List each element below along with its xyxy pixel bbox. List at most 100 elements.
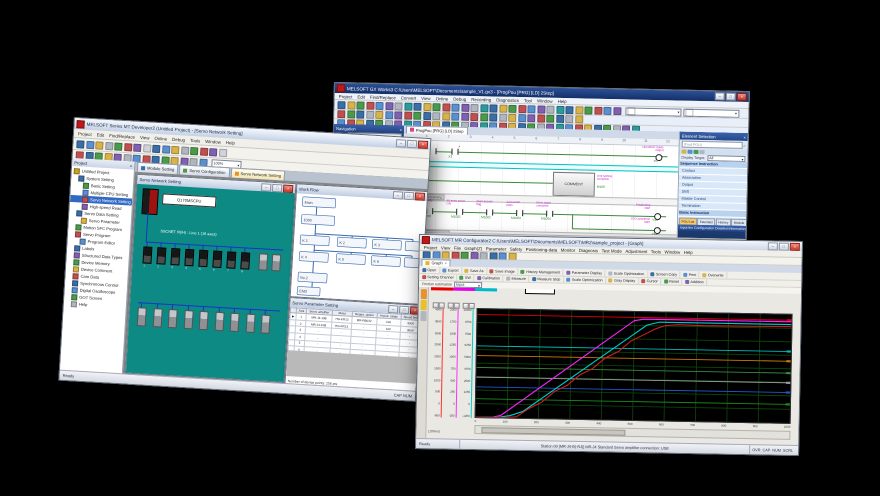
toolbar-icon[interactable] xyxy=(385,102,393,110)
menu-item[interactable]: Recording xyxy=(471,96,491,101)
ladder-canvas[interactable]: 0 14 X0 X1 ↗ Operation ready output Y0 xyxy=(402,141,679,239)
toolbar-icon[interactable] xyxy=(133,143,141,151)
servo-amplifier[interactable] xyxy=(212,250,222,268)
servo-amplifier[interactable] xyxy=(184,249,194,267)
close-icon[interactable]: × xyxy=(130,163,133,168)
menu-item[interactable]: Adjustment xyxy=(625,248,647,253)
toolbar-icon[interactable] xyxy=(451,103,459,111)
toolbar-icon[interactable] xyxy=(470,251,478,259)
servo-amplifier[interactable] xyxy=(214,312,224,332)
menu-item[interactable]: Project xyxy=(424,245,438,250)
toolbar-icon[interactable] xyxy=(124,143,132,151)
menu-item[interactable]: Tools xyxy=(651,249,661,254)
graph-toolbar-button[interactable]: Scale Optimization xyxy=(564,277,606,284)
toolbar-icon[interactable] xyxy=(375,101,383,109)
toolbar-icon[interactable] xyxy=(451,251,459,259)
toolbar-icon[interactable] xyxy=(105,141,113,149)
toolbar-icon[interactable] xyxy=(565,106,573,114)
toolbar-icon[interactable] xyxy=(518,105,526,113)
menu-item[interactable]: Tool xyxy=(524,98,532,103)
menu-item[interactable]: Debug xyxy=(172,136,185,142)
toolbar-icon[interactable] xyxy=(594,106,602,114)
menu-item[interactable]: Project xyxy=(339,94,353,99)
menu-item[interactable]: Convert xyxy=(401,95,416,100)
toolbar-icon[interactable] xyxy=(143,144,151,152)
menu-item[interactable]: Help xyxy=(558,98,567,103)
toolbar-icon[interactable] xyxy=(337,110,345,118)
toolbar-icon[interactable] xyxy=(682,149,687,154)
servo-amplifier[interactable] xyxy=(170,248,180,266)
search-icon[interactable]: ⌕ xyxy=(743,143,745,148)
maximize-button[interactable]: □ xyxy=(779,242,789,250)
minimize-button[interactable]: ‒ xyxy=(388,304,398,313)
servo-amplifier[interactable] xyxy=(198,250,208,268)
toolbar-icon[interactable] xyxy=(489,252,497,260)
graph-toolbar-button[interactable]: SW xyxy=(457,275,475,281)
toolbar-icon[interactable] xyxy=(432,251,440,259)
menu-item[interactable]: File xyxy=(454,245,461,250)
plc-unit[interactable] xyxy=(141,188,159,215)
close-button[interactable]: × xyxy=(415,192,425,201)
toolbar-icon[interactable] xyxy=(508,114,516,122)
graph-toolbar-button[interactable]: Addition xyxy=(682,279,707,285)
menu-item[interactable]: Positioning-data xyxy=(526,246,558,252)
menu-item[interactable]: Project xyxy=(78,131,92,137)
close-button[interactable]: × xyxy=(737,93,747,101)
minimize-button[interactable]: ‒ xyxy=(393,191,403,200)
toolbar-icon[interactable] xyxy=(347,101,355,109)
toolbar-icon[interactable] xyxy=(347,110,355,118)
servo-amplifier[interactable] xyxy=(156,247,166,265)
toolbar-icon[interactable] xyxy=(480,252,488,260)
toolbar-icon[interactable] xyxy=(404,112,412,120)
servo-amplifier[interactable] xyxy=(168,309,178,329)
graph-toolbar-button[interactable]: Gray Display xyxy=(606,277,639,284)
menu-item[interactable]: View xyxy=(441,245,451,250)
toolbar-icon[interactable] xyxy=(366,111,374,119)
toolbar-icon[interactable] xyxy=(162,145,170,153)
toolbar-icon[interactable] xyxy=(442,251,450,259)
maximize-button[interactable]: □ xyxy=(404,191,414,200)
graph-toolbar-button[interactable]: Screen Copy xyxy=(648,270,681,278)
toolbar-icon[interactable] xyxy=(489,113,497,121)
minimize-button[interactable]: ‒ xyxy=(768,242,778,250)
spinner-down[interactable] xyxy=(439,302,445,308)
toolbar-icon[interactable] xyxy=(537,114,545,122)
spinner-up[interactable] xyxy=(432,302,438,308)
servo-amplifier[interactable] xyxy=(226,251,236,269)
graph-toolbar-button[interactable]: Print xyxy=(681,271,700,278)
graph-toolbar-button[interactable]: Open xyxy=(419,266,440,273)
toolbar-icon[interactable] xyxy=(461,113,469,121)
network-canvas[interactable]: Q170MSCPU SSCNET III(/H) : Line 1 (16 ax… xyxy=(126,184,295,382)
servo-amplifier[interactable] xyxy=(230,313,240,333)
toolbar-icon[interactable] xyxy=(209,148,217,156)
maximize-button[interactable]: □ xyxy=(272,183,282,192)
toolbar-icon[interactable] xyxy=(86,140,94,148)
toolbar-icon[interactable] xyxy=(499,114,507,122)
toolbar-icon[interactable] xyxy=(480,104,488,112)
menu-item[interactable]: Test Mode xyxy=(602,248,622,253)
gx3-toolbar-combo-2[interactable]: ▾ xyxy=(683,108,739,117)
menu-item[interactable]: Edit xyxy=(357,94,365,99)
graph-toolbar-button[interactable]: Parameter Display xyxy=(564,269,606,277)
y-axis-spinner[interactable] xyxy=(462,303,475,309)
scrollbar-thumb[interactable] xyxy=(482,427,625,436)
minimize-button[interactable]: ‒ xyxy=(261,183,271,192)
maximize-button[interactable]: □ xyxy=(399,305,409,314)
toolbar-icon[interactable] xyxy=(499,252,507,260)
menu-item[interactable]: Help xyxy=(226,140,235,146)
toolbar-icon[interactable] xyxy=(218,148,226,156)
graph-toolbar-button[interactable]: Export xyxy=(440,266,462,273)
graph-toolbar-button[interactable]: Overwrite xyxy=(700,271,727,278)
toolbar-icon[interactable] xyxy=(470,103,478,111)
toolbar-icon[interactable] xyxy=(575,106,583,114)
toolbar-icon[interactable] xyxy=(556,115,564,123)
toolbar-icon[interactable] xyxy=(114,142,122,150)
contact-symbol[interactable] xyxy=(451,149,458,155)
toolbar-icon[interactable] xyxy=(199,147,207,155)
toolbar-icon[interactable] xyxy=(700,150,705,155)
toolbar-icon[interactable] xyxy=(394,102,402,110)
menu-item[interactable]: Window xyxy=(537,98,553,103)
axis-header-block[interactable]: Motor speed(r/min)3447 xyxy=(431,287,453,291)
toolbar-icon[interactable] xyxy=(413,102,421,110)
io-unit[interactable] xyxy=(258,253,268,271)
